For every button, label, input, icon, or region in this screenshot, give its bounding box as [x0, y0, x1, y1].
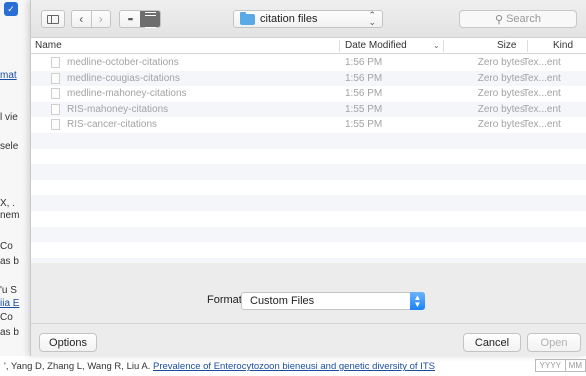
- file-row[interactable]: medline-mahoney-citations 1:56 PM Zero byt…: [31, 86, 586, 102]
- text-document-icon: [51, 88, 60, 100]
- empty-row: [31, 195, 586, 211]
- sidebar-toggle-button[interactable]: [41, 10, 65, 28]
- text-document-icon: [51, 57, 60, 68]
- file-date: 1:56 PM: [345, 88, 383, 100]
- background-text-fragment: Co: [0, 312, 13, 323]
- options-button[interactable]: Options: [39, 333, 97, 352]
- file-date: 1:56 PM: [345, 72, 383, 84]
- grid-icon: ▪▪: [127, 14, 133, 24]
- column-divider[interactable]: [443, 40, 444, 52]
- file-kind: Tex...ent: [523, 103, 561, 115]
- background-text-fragment: X, .: [0, 198, 16, 209]
- dialog-button-bar: Options Cancel Open: [31, 323, 586, 356]
- background-citation-line: ', Yang D, Zhang L, Wang R, Liu A. Preva…: [0, 356, 586, 376]
- empty-row: [31, 211, 586, 227]
- file-kind: Tex...ent: [523, 119, 561, 131]
- file-date: 1:55 PM: [345, 103, 383, 115]
- navigation-buttons: ‹ ›: [71, 10, 111, 28]
- file-name: RIS-mahoney-citations: [67, 103, 169, 115]
- file-size: Zero bytes: [477, 57, 525, 68]
- sort-chevron-down-icon: ⌄: [433, 41, 440, 50]
- back-button[interactable]: ‹: [72, 11, 91, 27]
- background-text-fragment: l vie: [0, 112, 18, 123]
- text-document-icon: [51, 72, 60, 84]
- column-header-kind[interactable]: Kind: [553, 40, 573, 51]
- file-date: 1:55 PM: [345, 119, 383, 131]
- search-field[interactable]: ⚲ Search: [459, 10, 577, 28]
- file-list-header: Name Date Modified ⌄ Size Kind: [31, 38, 586, 54]
- empty-row: [31, 132, 586, 149]
- format-options-area: Format: Custom Files ▲ ▼: [31, 263, 586, 323]
- list-view-button[interactable]: [140, 11, 160, 28]
- format-select[interactable]: Custom Files ▲ ▼: [241, 292, 425, 310]
- file-name: RIS-cancer-citations: [67, 119, 158, 131]
- cancel-button[interactable]: Cancel: [463, 333, 521, 352]
- dialog-toolbar: ‹ › ▪▪ citation files ⌃ ⌄ ⚲ Search: [31, 0, 586, 38]
- text-document-icon: [51, 119, 60, 131]
- format-selected-value: Custom Files: [250, 295, 315, 307]
- file-name: medline-october-citations: [67, 57, 179, 68]
- citation-title-link[interactable]: Prevalence of Enterocytozoon bieneusi an…: [153, 361, 435, 372]
- file-rows: medline-october-citations 1:56 PM Zero byt…: [31, 55, 586, 263]
- file-row[interactable]: medline-cougias-citations 1:56 PM Zero byt…: [31, 70, 586, 87]
- background-text-fragment[interactable]: mat: [0, 70, 29, 81]
- file-name: medline-cougias-citations: [67, 72, 180, 84]
- empty-row: [31, 164, 586, 180]
- column-divider[interactable]: [527, 40, 528, 52]
- list-icon: [144, 12, 156, 28]
- updown-chevron-icon: ⌃ ⌄: [368, 10, 376, 27]
- empty-row: [31, 226, 586, 243]
- file-kind: Tex...ent: [523, 72, 561, 84]
- search-icon: ⚲: [495, 13, 504, 26]
- column-header-date-modified[interactable]: Date Modified: [345, 40, 407, 51]
- column-header-size[interactable]: Size: [497, 40, 516, 51]
- citation-authors: ', Yang D, Zhang L, Wang R, Liu A.: [4, 361, 151, 372]
- view-mode-switch: ▪▪: [119, 10, 161, 28]
- file-size: Zero bytes: [477, 119, 525, 131]
- file-row[interactable]: medline-october-citations 1:56 PM Zero byt…: [31, 55, 586, 71]
- file-size: Zero bytes: [477, 88, 525, 100]
- file-kind: Tex...ent: [523, 57, 561, 68]
- background-text-fragment: 'u S: [0, 285, 17, 296]
- year-input[interactable]: YYYY: [534, 359, 566, 372]
- background-text-fragment: nem: [0, 210, 20, 221]
- folder-icon: [240, 11, 255, 25]
- background-left-strip: ✓ mat l vie sele X, . nem Co as b 'u S iia E Co as…: [0, 0, 30, 376]
- empty-row: [31, 242, 586, 258]
- file-list[interactable]: Name Date Modified ⌄ Size Kind medline-o…: [31, 38, 586, 263]
- open-button[interactable]: Open: [527, 333, 581, 352]
- file-row[interactable]: RIS-mahoney-citations 1:55 PM Zero bytes Te…: [31, 101, 586, 118]
- file-kind: Tex...ent: [523, 88, 561, 100]
- file-date: 1:56 PM: [345, 57, 383, 68]
- search-placeholder: Search: [506, 13, 541, 25]
- location-label: citation files: [260, 13, 318, 25]
- background-text-fragment[interactable]: iia E: [0, 298, 29, 309]
- file-size: Zero bytes: [477, 103, 525, 115]
- location-popup[interactable]: citation files ⌃ ⌄: [233, 10, 383, 28]
- icon-view-button[interactable]: ▪▪: [120, 11, 140, 27]
- empty-row: [31, 180, 586, 196]
- background-text-fragment: as b: [0, 327, 19, 338]
- forward-button[interactable]: ›: [90, 11, 111, 27]
- sidebar-icon: [47, 14, 59, 24]
- browser-app-icon: ✓: [4, 2, 18, 16]
- format-label: Format:: [207, 294, 245, 306]
- column-divider[interactable]: [339, 40, 340, 52]
- select-chevron-icon: ▲ ▼: [410, 292, 425, 310]
- open-file-dialog: ‹ › ▪▪ citation files ⌃ ⌄ ⚲ Search Name D…: [30, 0, 586, 356]
- file-size: Zero bytes: [477, 72, 525, 84]
- background-text-fragment: sele: [0, 141, 19, 152]
- file-row[interactable]: RIS-cancer-citations 1:55 PM Zero bytes Tex…: [31, 117, 586, 133]
- empty-row: [31, 149, 586, 165]
- background-text-fragment: as b: [0, 256, 19, 267]
- month-input[interactable]: MM: [564, 359, 586, 372]
- background-text-fragment: Co: [0, 241, 13, 252]
- column-header-name[interactable]: Name: [35, 40, 62, 51]
- text-document-icon: [51, 103, 60, 115]
- file-name: medline-mahoney-citations: [67, 88, 187, 100]
